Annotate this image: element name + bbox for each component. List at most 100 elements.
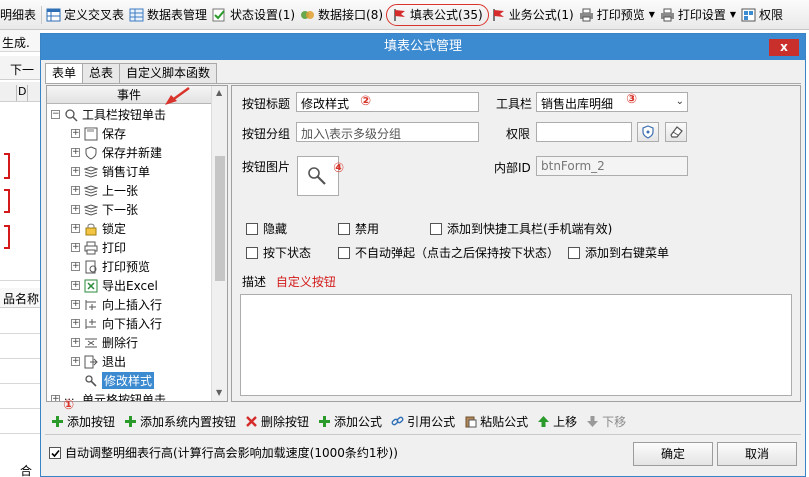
tree-item-label: 打印预览 xyxy=(102,260,151,274)
checkbox-box[interactable] xyxy=(568,246,580,259)
tree-item-save-new[interactable]: + 保存并新建 xyxy=(71,143,162,162)
lock-icon xyxy=(84,222,98,236)
add-button-button[interactable]: 添加按钮 xyxy=(51,413,115,430)
tree-item-print-preview[interactable]: + 打印预览 xyxy=(71,257,150,276)
toolbar-print-settings[interactable]: 打印设置 ▼ xyxy=(658,2,739,28)
collapse-icon[interactable]: − xyxy=(51,110,60,119)
event-tree: 事件 − 工具栏按钮单击 + 保存 + 保存并新建 + 销售订单 + 上一张 + xyxy=(46,85,228,402)
scrollbar-thumb[interactable] xyxy=(215,156,225,281)
add-formula-button[interactable]: 添加公式 xyxy=(318,413,382,430)
annotation-badge-1: ① xyxy=(63,398,75,413)
scroll-up-icon[interactable]: ▲ xyxy=(216,88,222,97)
expand-icon[interactable]: + xyxy=(71,319,80,328)
move-up-button[interactable]: 上移 xyxy=(537,413,577,430)
expand-icon[interactable]: + xyxy=(71,148,80,157)
tree-item-sales-order[interactable]: + 销售订单 xyxy=(71,162,150,181)
tree-item-save[interactable]: + 保存 xyxy=(71,124,126,143)
auto-row-height-checkbox[interactable]: 自动调整明细表行高(计算行高会影响加载速度(1000条约1秒)) xyxy=(49,444,398,461)
ok-button[interactable]: 确定 xyxy=(633,442,713,466)
tree-item-print[interactable]: + 打印 xyxy=(71,238,126,257)
expand-icon[interactable]: + xyxy=(71,205,80,214)
tree-item-insert-down[interactable]: + 向下插入行 xyxy=(71,314,162,333)
toolbar-status-settings[interactable]: 状态设置(1) xyxy=(210,2,298,28)
button-group-input[interactable]: 加入\表示多级分组 xyxy=(296,122,479,142)
reference-formula-button[interactable]: 引用公式 xyxy=(391,413,455,430)
move-down-button[interactable]: 下移 xyxy=(586,413,626,430)
toolbar-business-formula[interactable]: 业务公式(1) xyxy=(489,2,577,28)
tree-root-label: 单元格按钮单击 xyxy=(82,393,167,402)
disabled-checkbox[interactable]: 禁用 xyxy=(338,220,379,237)
tree-item-insert-up[interactable]: + 向上插入行 xyxy=(71,295,162,314)
toolbar-data-interface[interactable]: 数据接口(8) xyxy=(298,2,386,28)
toolbar-cross-table[interactable]: 定义交叉表 xyxy=(44,2,127,28)
description-value: 自定义按钮 xyxy=(275,275,336,289)
description-label: 描述 自定义按钮 xyxy=(242,273,336,290)
tree-item-exit[interactable]: + 退出 xyxy=(71,352,126,371)
tab-form[interactable]: 表单 xyxy=(45,63,84,84)
checkbox-label: 添加到右键菜单 xyxy=(585,246,670,260)
checkbox-box[interactable] xyxy=(49,446,61,459)
toolbar-fill-formula[interactable]: 填表公式(35) xyxy=(386,3,489,26)
tree-item-delete-row[interactable]: + 删除行 xyxy=(71,333,138,352)
chevron-down-icon[interactable]: ▼ xyxy=(730,10,736,19)
toolbar-select[interactable]: 销售出库明细 ⌄ xyxy=(536,92,688,112)
scroll-down-icon[interactable]: ▼ xyxy=(216,388,222,397)
expand-icon[interactable]: + xyxy=(71,357,80,366)
toolbar-permission[interactable]: 权限 xyxy=(739,2,786,28)
expand-icon[interactable]: + xyxy=(71,262,80,271)
quick-toolbar-checkbox[interactable]: 添加到快捷工具栏(手机端有效) xyxy=(430,220,612,237)
checkbox-box[interactable] xyxy=(338,246,350,259)
add-builtin-button-label: 添加系统内置按钮 xyxy=(140,414,237,429)
tree-item-export-excel[interactable]: + 导出Excel xyxy=(71,276,158,295)
chevron-down-icon[interactable]: ▼ xyxy=(649,10,655,19)
expand-icon[interactable]: + xyxy=(71,167,80,176)
expand-icon[interactable]: + xyxy=(71,243,80,252)
tree-item-next[interactable]: + 下一张 xyxy=(71,200,138,219)
toolbar-datatable-manage[interactable]: 数据表管理 xyxy=(127,2,210,28)
expand-icon[interactable]: + xyxy=(71,224,80,233)
expand-icon[interactable]: + xyxy=(71,300,80,309)
description-textarea[interactable] xyxy=(240,294,792,396)
expand-icon[interactable]: + xyxy=(51,395,60,401)
pressed-state-checkbox[interactable]: 按下状态 xyxy=(246,244,311,261)
background-row-line xyxy=(0,280,40,281)
cancel-button[interactable]: 取消 xyxy=(717,442,797,466)
close-button[interactable]: x xyxy=(769,39,799,56)
paste-formula-button[interactable]: 粘贴公式 xyxy=(464,413,528,430)
toolbar-print-preview[interactable]: 打印预览 ▼ xyxy=(577,2,658,28)
add-builtin-button-button[interactable]: 添加系统内置按钮 xyxy=(124,413,236,430)
tree-item-label: 删除行 xyxy=(102,336,139,350)
no-auto-release-checkbox[interactable]: 不自动弹起（点击之后保持按下状态） xyxy=(338,244,559,261)
toolbar-detail-table[interactable]: 明细表 xyxy=(0,2,39,28)
checkbox-box[interactable] xyxy=(246,246,258,259)
delete-button-button[interactable]: 删除按钮 xyxy=(245,413,309,430)
hidden-checkbox[interactable]: 隐藏 xyxy=(246,220,287,237)
permission-clear-button[interactable] xyxy=(665,122,687,142)
background-red-mark xyxy=(4,189,10,213)
tab-custom-script[interactable]: 自定义脚本函数 xyxy=(119,63,218,83)
background-row-line xyxy=(0,433,40,434)
checkbox-box[interactable] xyxy=(246,222,258,235)
tree-item-lock[interactable]: + 锁定 xyxy=(71,219,126,238)
expand-icon[interactable]: + xyxy=(71,186,80,195)
paste-icon xyxy=(464,415,477,428)
checkbox-box[interactable] xyxy=(430,222,442,235)
expand-icon[interactable]: + xyxy=(71,281,80,290)
expand-icon[interactable]: + xyxy=(71,129,80,138)
tree-root-toolbar-click[interactable]: − 工具栏按钮单击 xyxy=(51,105,166,124)
tree-root-label: 工具栏按钮单击 xyxy=(82,108,167,122)
tree-item-modify-style[interactable]: 修改样式 xyxy=(84,371,155,390)
button-title-input[interactable]: 修改样式 xyxy=(296,92,479,112)
permission-shield-button[interactable] xyxy=(637,122,659,142)
chevron-down-icon[interactable]: ⌄ xyxy=(676,96,684,107)
checkbox-box[interactable] xyxy=(338,222,350,235)
printer-icon xyxy=(660,8,675,22)
flag-icon xyxy=(392,8,407,22)
tree-scrollbar[interactable]: ▲ ▼ xyxy=(211,86,227,401)
add-formula-label: 添加公式 xyxy=(334,414,383,429)
permission-input[interactable] xyxy=(536,122,632,142)
expand-icon[interactable]: + xyxy=(71,338,80,347)
tree-item-prev[interactable]: + 上一张 xyxy=(71,181,138,200)
tab-summary[interactable]: 总表 xyxy=(82,63,121,83)
context-menu-checkbox[interactable]: 添加到右键菜单 xyxy=(568,244,669,261)
